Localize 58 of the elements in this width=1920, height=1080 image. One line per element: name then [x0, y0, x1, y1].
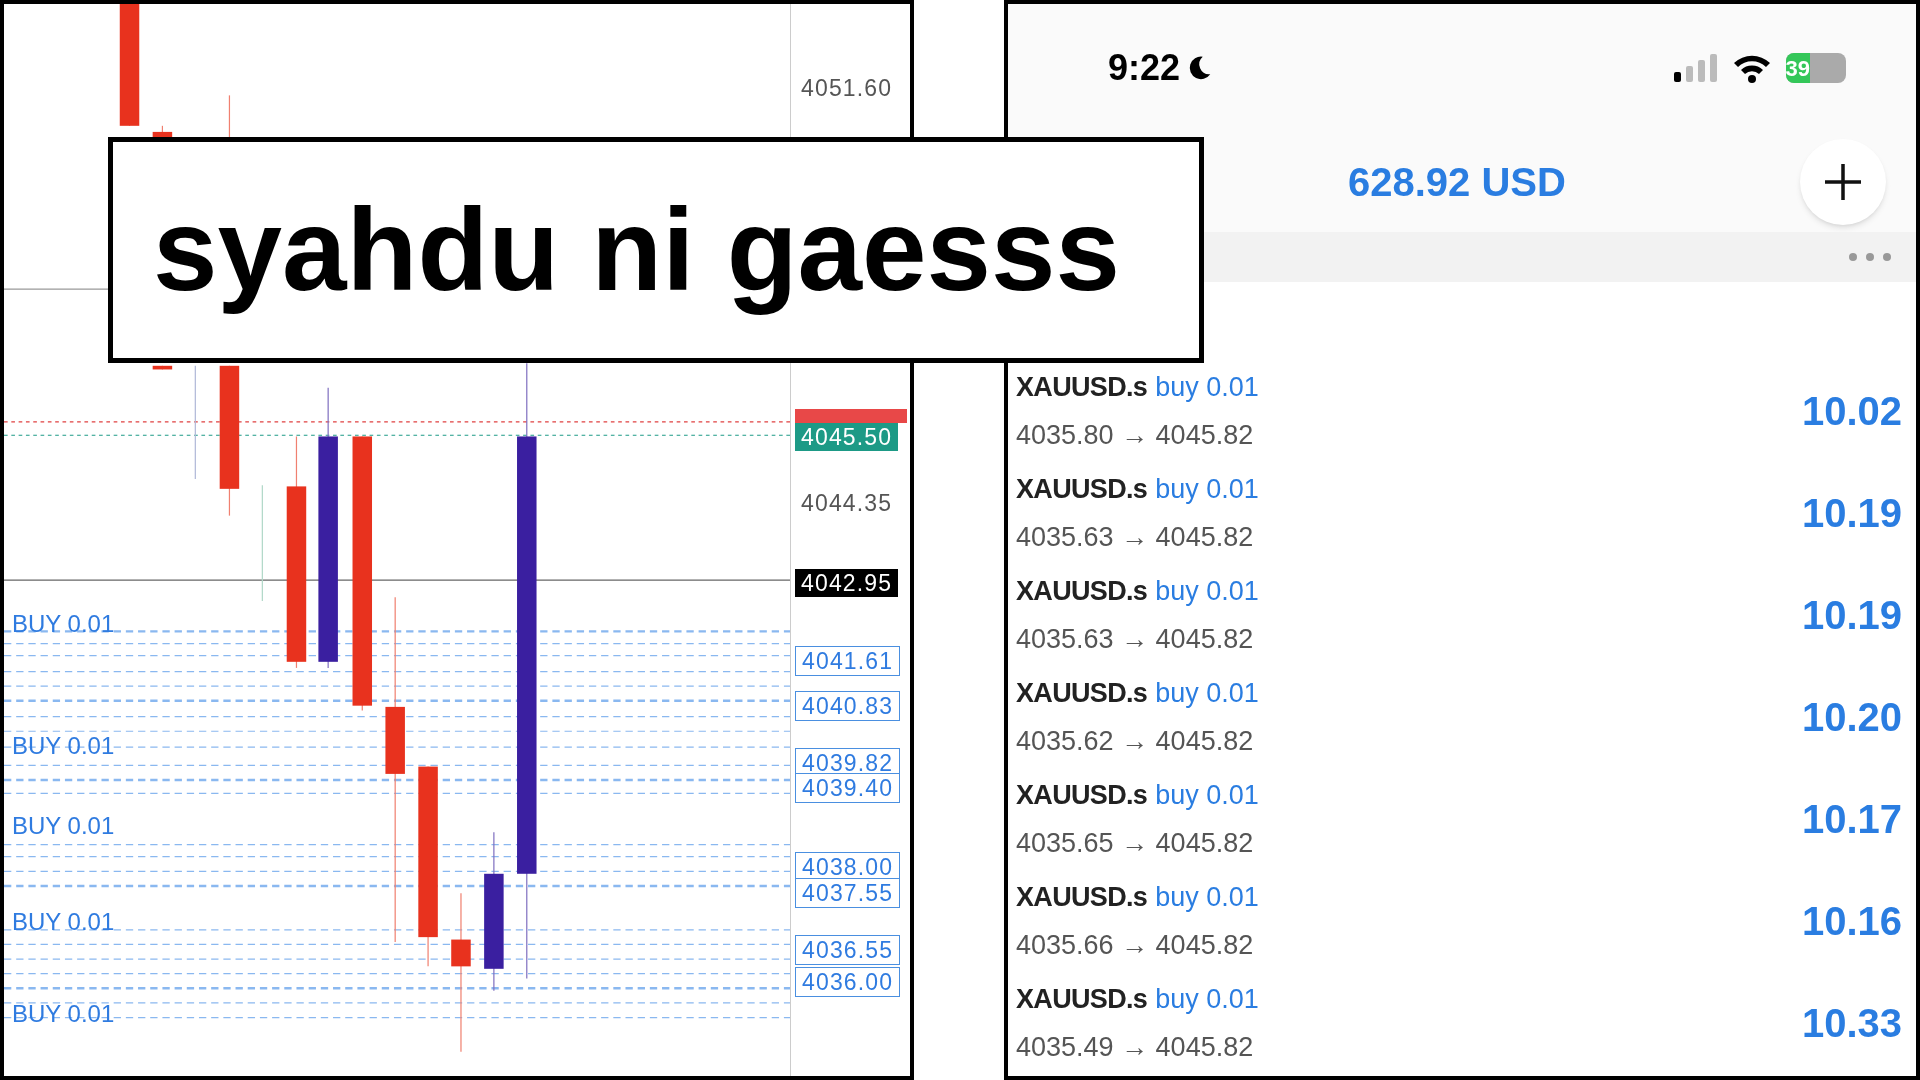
price-label: 4041.61: [795, 646, 901, 676]
position-side: buy 0.01: [1155, 574, 1259, 608]
more-icon[interactable]: [1848, 252, 1892, 262]
position-row[interactable]: XAUUSD.s buy 0.01 4035.62 → 4045.82 10.20: [1008, 666, 1916, 768]
price-label: 4051.60: [800, 74, 894, 102]
order-label: BUY 0.01: [12, 733, 115, 759]
position-side: buy 0.01: [1155, 370, 1259, 404]
status-time: 9:22: [1108, 46, 1181, 90]
position-symbol: XAUUSD.s: [1016, 370, 1148, 404]
position-prices: 4035.66 → 4045.82: [1016, 929, 1255, 962]
position-symbol: XAUUSD.s: [1016, 472, 1148, 506]
position-symbol: XAUUSD.s: [1016, 982, 1148, 1016]
price-label: 4037.55: [795, 878, 901, 908]
position-prices: 4035.63 → 4045.82: [1016, 623, 1255, 656]
order-label: BUY 0.01: [12, 1001, 115, 1027]
position-side: buy 0.01: [1155, 472, 1259, 506]
wifi-icon: [1732, 53, 1772, 83]
position-row[interactable]: XAUUSD.s buy 0.01 4035.63 → 4045.82 10.19: [1008, 564, 1916, 666]
signal-icon: [1674, 54, 1718, 82]
position-row[interactable]: XAUUSD.s buy 0.01 4035.66 → 4045.82 10.16: [1008, 870, 1916, 972]
position-profit: 10.17: [1801, 796, 1902, 843]
battery-level: 39: [1786, 54, 1810, 83]
position-prices: 4035.62 → 4045.82: [1016, 725, 1255, 758]
price-label: 4036.55: [795, 935, 901, 965]
price-label: 4040.83: [795, 691, 901, 721]
position-prices: 4035.49 → 4045.82: [1016, 1031, 1255, 1064]
price-label: 4036.00: [795, 967, 901, 997]
position-prices: 4035.63 → 4045.82: [1016, 521, 1255, 554]
position-symbol: XAUUSD.s: [1016, 880, 1148, 914]
position-prices: 4035.80 → 4045.82: [1016, 419, 1255, 452]
price-label: 4044.35: [800, 489, 894, 517]
order-label: BUY 0.01: [12, 611, 115, 637]
order-label: BUY 0.01: [12, 813, 115, 839]
position-symbol: XAUUSD.s: [1016, 574, 1148, 608]
position-profit: 10.16: [1801, 898, 1902, 945]
position-prices: 4035.65 → 4045.82: [1016, 827, 1255, 860]
position-profit: 10.19: [1801, 592, 1902, 639]
position-row[interactable]: XAUUSD.s buy 0.01 4035.63 → 4045.82 10.19: [1008, 462, 1916, 564]
position-profit: 10.19: [1801, 490, 1902, 537]
price-label: 4042.95: [795, 569, 899, 597]
price-label: 4039.40: [795, 773, 901, 803]
account-balance: 628.92 USD: [1348, 159, 1566, 206]
position-side: buy 0.01: [1155, 982, 1259, 1016]
price-label: 4045.50: [795, 423, 899, 451]
position-side: buy 0.01: [1155, 676, 1259, 710]
position-profit: 10.20: [1801, 694, 1902, 741]
position-profit: 10.02: [1801, 388, 1902, 435]
order-label: BUY 0.01: [12, 909, 115, 935]
position-row[interactable]: XAUUSD.s buy 0.01 4035.65 → 4045.82 10.17: [1008, 768, 1916, 870]
caption-text: syahdu ni gaesss: [153, 183, 1121, 317]
plus-icon: [1823, 162, 1863, 202]
position-symbol: XAUUSD.s: [1016, 778, 1148, 812]
position-row[interactable]: XAUUSD.s buy 0.01 4035.80 → 4045.82 10.02: [1008, 360, 1916, 462]
position-row[interactable]: XAUUSD.s buy 0.01 4035.49 → 4045.82 10.33: [1008, 972, 1916, 1074]
position-profit: 10.33: [1801, 1000, 1902, 1047]
position-side: buy 0.01: [1155, 880, 1259, 914]
position-symbol: XAUUSD.s: [1016, 676, 1148, 710]
position-side: buy 0.01: [1155, 778, 1259, 812]
